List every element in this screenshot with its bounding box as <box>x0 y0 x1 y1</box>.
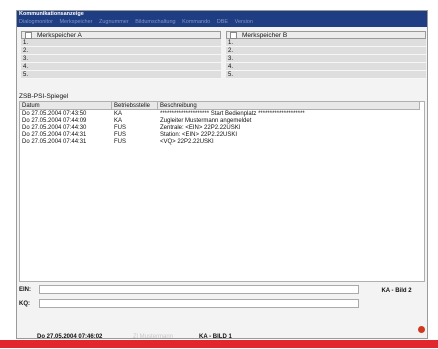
cell-betriebsstelle: FUS <box>114 132 126 138</box>
menu-item-kommando[interactable]: Kommando <box>182 19 210 25</box>
window-frame: Kommunikationsanzeige Dialogmonitor Merk… <box>16 10 428 340</box>
menu-item-version[interactable]: Version <box>235 19 253 25</box>
merkspeicher-b-row[interactable]: 3. <box>226 55 426 63</box>
cell-beschreibung: Zentrale: <EIN> 22P2.22USKI <box>160 125 241 131</box>
accent-bar <box>0 340 438 348</box>
merkspeicher-a-title: Merkspeicher A <box>37 32 82 40</box>
cell-datum: Do 27.05.2004 07:44:09 <box>22 118 87 124</box>
column-header-datum[interactable]: Datum <box>20 102 112 110</box>
cell-beschreibung: Station: <EIN> 22P2.22USKI <box>160 132 238 138</box>
column-header-beschreibung[interactable]: Beschreibung <box>158 102 420 110</box>
cell-betriebsstelle: KA <box>114 118 123 124</box>
column-header-betriebsstelle[interactable]: Betriebsstelle <box>112 102 158 110</box>
merkspeicher-a-row[interactable]: 5. <box>21 71 221 79</box>
cell-betriebsstelle: FUS <box>114 125 126 131</box>
status-indicator-icon <box>418 326 425 333</box>
cell-beschreibung: ********************* Start Bedienplatz … <box>160 111 305 117</box>
merkspeicher-a-row[interactable]: 4. <box>21 63 221 71</box>
kq-label: KQ: <box>19 301 30 307</box>
merkspeicher-a-row[interactable]: 1. <box>21 39 221 47</box>
merkspeicher-a-panel: Merkspeicher A 1. 2. 3. 4. 5. <box>21 31 221 89</box>
merkspeicher-b-row[interactable]: 2. <box>226 47 426 55</box>
menu-item-merkspeicher[interactable]: Merkspeicher <box>59 19 92 25</box>
checkbox-icon[interactable] <box>230 32 237 39</box>
menu-item-bildumschaltung[interactable]: Bildumschaltung <box>135 19 175 25</box>
kq-input[interactable] <box>39 299 359 308</box>
merkspeicher-b-row[interactable]: 5. <box>226 71 426 79</box>
merkspeicher-b-row[interactable]: 1. <box>226 39 426 47</box>
merkspeicher-a-row[interactable]: 2. <box>21 47 221 55</box>
merkspeicher-b-panel: Merkspeicher B 1. 2. 3. 4. 5. <box>226 31 426 89</box>
cell-datum: Do 27.05.2004 07:43:50 <box>22 111 87 117</box>
window-title: Kommunikationsanzeige <box>17 11 427 18</box>
cell-betriebsstelle: KA <box>114 111 123 117</box>
cell-datum: Do 27.05.2004 07:44:31 <box>22 139 87 145</box>
menu-item-zugnummer[interactable]: Zugnummer <box>99 19 129 25</box>
ein-input[interactable] <box>39 285 359 294</box>
cell-beschreibung: <VQ> 22P2.22USKI <box>160 139 214 145</box>
merkspeicher-b-header[interactable]: Merkspeicher B <box>226 31 426 39</box>
ein-label: EIN: <box>19 287 31 293</box>
merkspeicher-b-row[interactable]: 4. <box>226 63 426 71</box>
spiegel-table: Datum Betriebsstelle Beschreibung Do 27.… <box>19 101 425 282</box>
menu-item-dialogmonitor[interactable]: Dialogmonitor <box>19 19 53 25</box>
cell-datum: Do 27.05.2004 07:44:31 <box>22 132 87 138</box>
merkspeicher-a-row[interactable]: 3. <box>21 55 221 63</box>
menu-bar: Dialogmonitor Merkspeicher Zugnummer Bil… <box>17 18 427 27</box>
bild-2-button[interactable]: KA - Bild 2 <box>370 287 423 296</box>
merkspeicher-b-title: Merkspeicher B <box>242 32 288 40</box>
merkspeicher-a-header[interactable]: Merkspeicher A <box>21 31 221 39</box>
cell-betriebsstelle: FUS <box>114 139 126 145</box>
cell-beschreibung: Zugleiter Mustermann angemeldet <box>160 118 252 124</box>
checkbox-icon[interactable] <box>25 32 32 39</box>
spiegel-title: ZSB-PSI-Spiegel <box>19 93 69 100</box>
cell-datum: Do 27.05.2004 07:44:30 <box>22 125 87 131</box>
menu-item-dbe[interactable]: DBE <box>217 19 228 25</box>
